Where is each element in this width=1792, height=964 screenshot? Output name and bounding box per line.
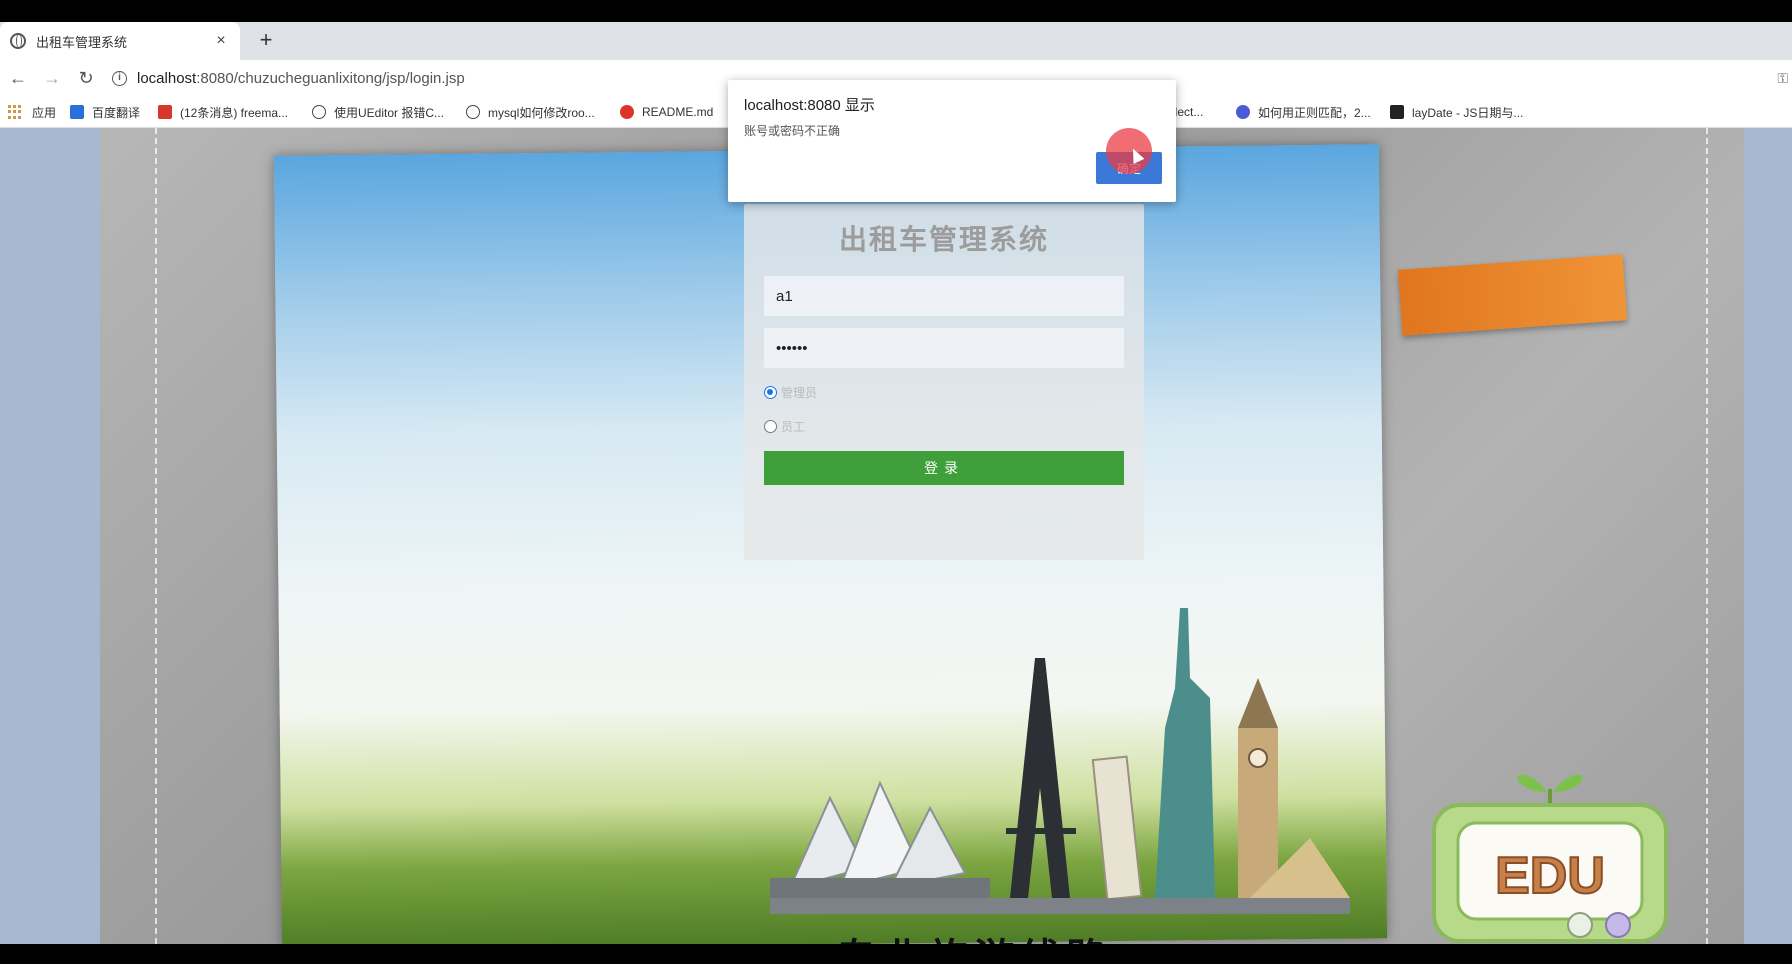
banner-text: 专业旅游线路 bbox=[836, 926, 1196, 944]
back-arrow-icon[interactable]: ← bbox=[2, 62, 34, 94]
password-input[interactable] bbox=[764, 328, 1124, 368]
login-panel: 出租车管理系统 管理员 员工 登录 bbox=[744, 204, 1144, 560]
dialog-title: localhost:8080 显示 bbox=[744, 97, 875, 114]
bookmark-item[interactable]: README.md bbox=[620, 96, 713, 128]
window-bottom-bar bbox=[0, 944, 1792, 964]
bookmark-item[interactable]: (12条消息) freema... bbox=[158, 96, 288, 128]
role-admin-label: 管理员 bbox=[781, 386, 818, 400]
edu-logo: EDU bbox=[1432, 774, 1668, 943]
key-icon[interactable]: ⚿ bbox=[1777, 60, 1788, 96]
bookmark-item[interactable]: layDate - JS日期与... bbox=[1390, 96, 1523, 128]
bookmark-apps[interactable]: 应用 bbox=[8, 96, 56, 128]
bookmark-item[interactable]: 百度翻译 bbox=[70, 96, 140, 128]
csdn-icon bbox=[158, 105, 172, 119]
info-icon[interactable]: i bbox=[112, 70, 127, 86]
stitch-line bbox=[155, 128, 157, 944]
globe-icon bbox=[10, 33, 26, 49]
bookmark-item[interactable]: 如何用正则匹配，2... bbox=[1236, 96, 1371, 128]
stitch-line bbox=[1706, 128, 1708, 944]
new-tab-button[interactable]: + bbox=[252, 26, 280, 54]
bookmark-item[interactable]: mysql如何修改roo... bbox=[466, 96, 595, 128]
baidu-paw-icon bbox=[1236, 105, 1250, 119]
window-top-bar bbox=[0, 0, 1792, 22]
svg-text:EDU: EDU bbox=[1495, 847, 1605, 905]
world-landmarks-illustration bbox=[770, 608, 1350, 914]
role-admin-option[interactable]: 管理员 bbox=[764, 384, 817, 401]
tab-strip: 出租车管理系统 × + bbox=[0, 22, 1792, 60]
site-icon bbox=[312, 105, 326, 119]
role-staff-option[interactable]: 员工 bbox=[764, 418, 805, 435]
login-button[interactable]: 登录 bbox=[764, 451, 1124, 485]
apps-grid-icon bbox=[8, 105, 22, 119]
site-icon bbox=[466, 105, 480, 119]
url-text: localhost:8080/chuzucheguanlixitong/jsp/… bbox=[137, 69, 465, 87]
reload-icon[interactable]: ↻ bbox=[70, 62, 102, 94]
role-staff-label: 员工 bbox=[781, 420, 806, 434]
dialog-message: 账号或密码不正确 bbox=[744, 124, 841, 138]
system-title: 出租车管理系统 bbox=[838, 224, 1049, 255]
radio-staff[interactable] bbox=[764, 420, 777, 433]
username-input[interactable] bbox=[764, 276, 1124, 316]
gitee-icon bbox=[620, 105, 634, 119]
browser-tab[interactable]: 出租车管理系统 × bbox=[0, 22, 240, 60]
tab-close-icon[interactable]: × bbox=[212, 32, 230, 50]
bookmark-item[interactable]: 使用UEditor 报错C... bbox=[312, 96, 444, 128]
tab-title: 出租车管理系统 bbox=[36, 34, 128, 50]
translate-icon bbox=[70, 105, 84, 119]
layui-icon bbox=[1390, 105, 1404, 119]
forward-arrow-icon[interactable]: → bbox=[36, 62, 68, 94]
radio-admin[interactable] bbox=[764, 386, 777, 399]
